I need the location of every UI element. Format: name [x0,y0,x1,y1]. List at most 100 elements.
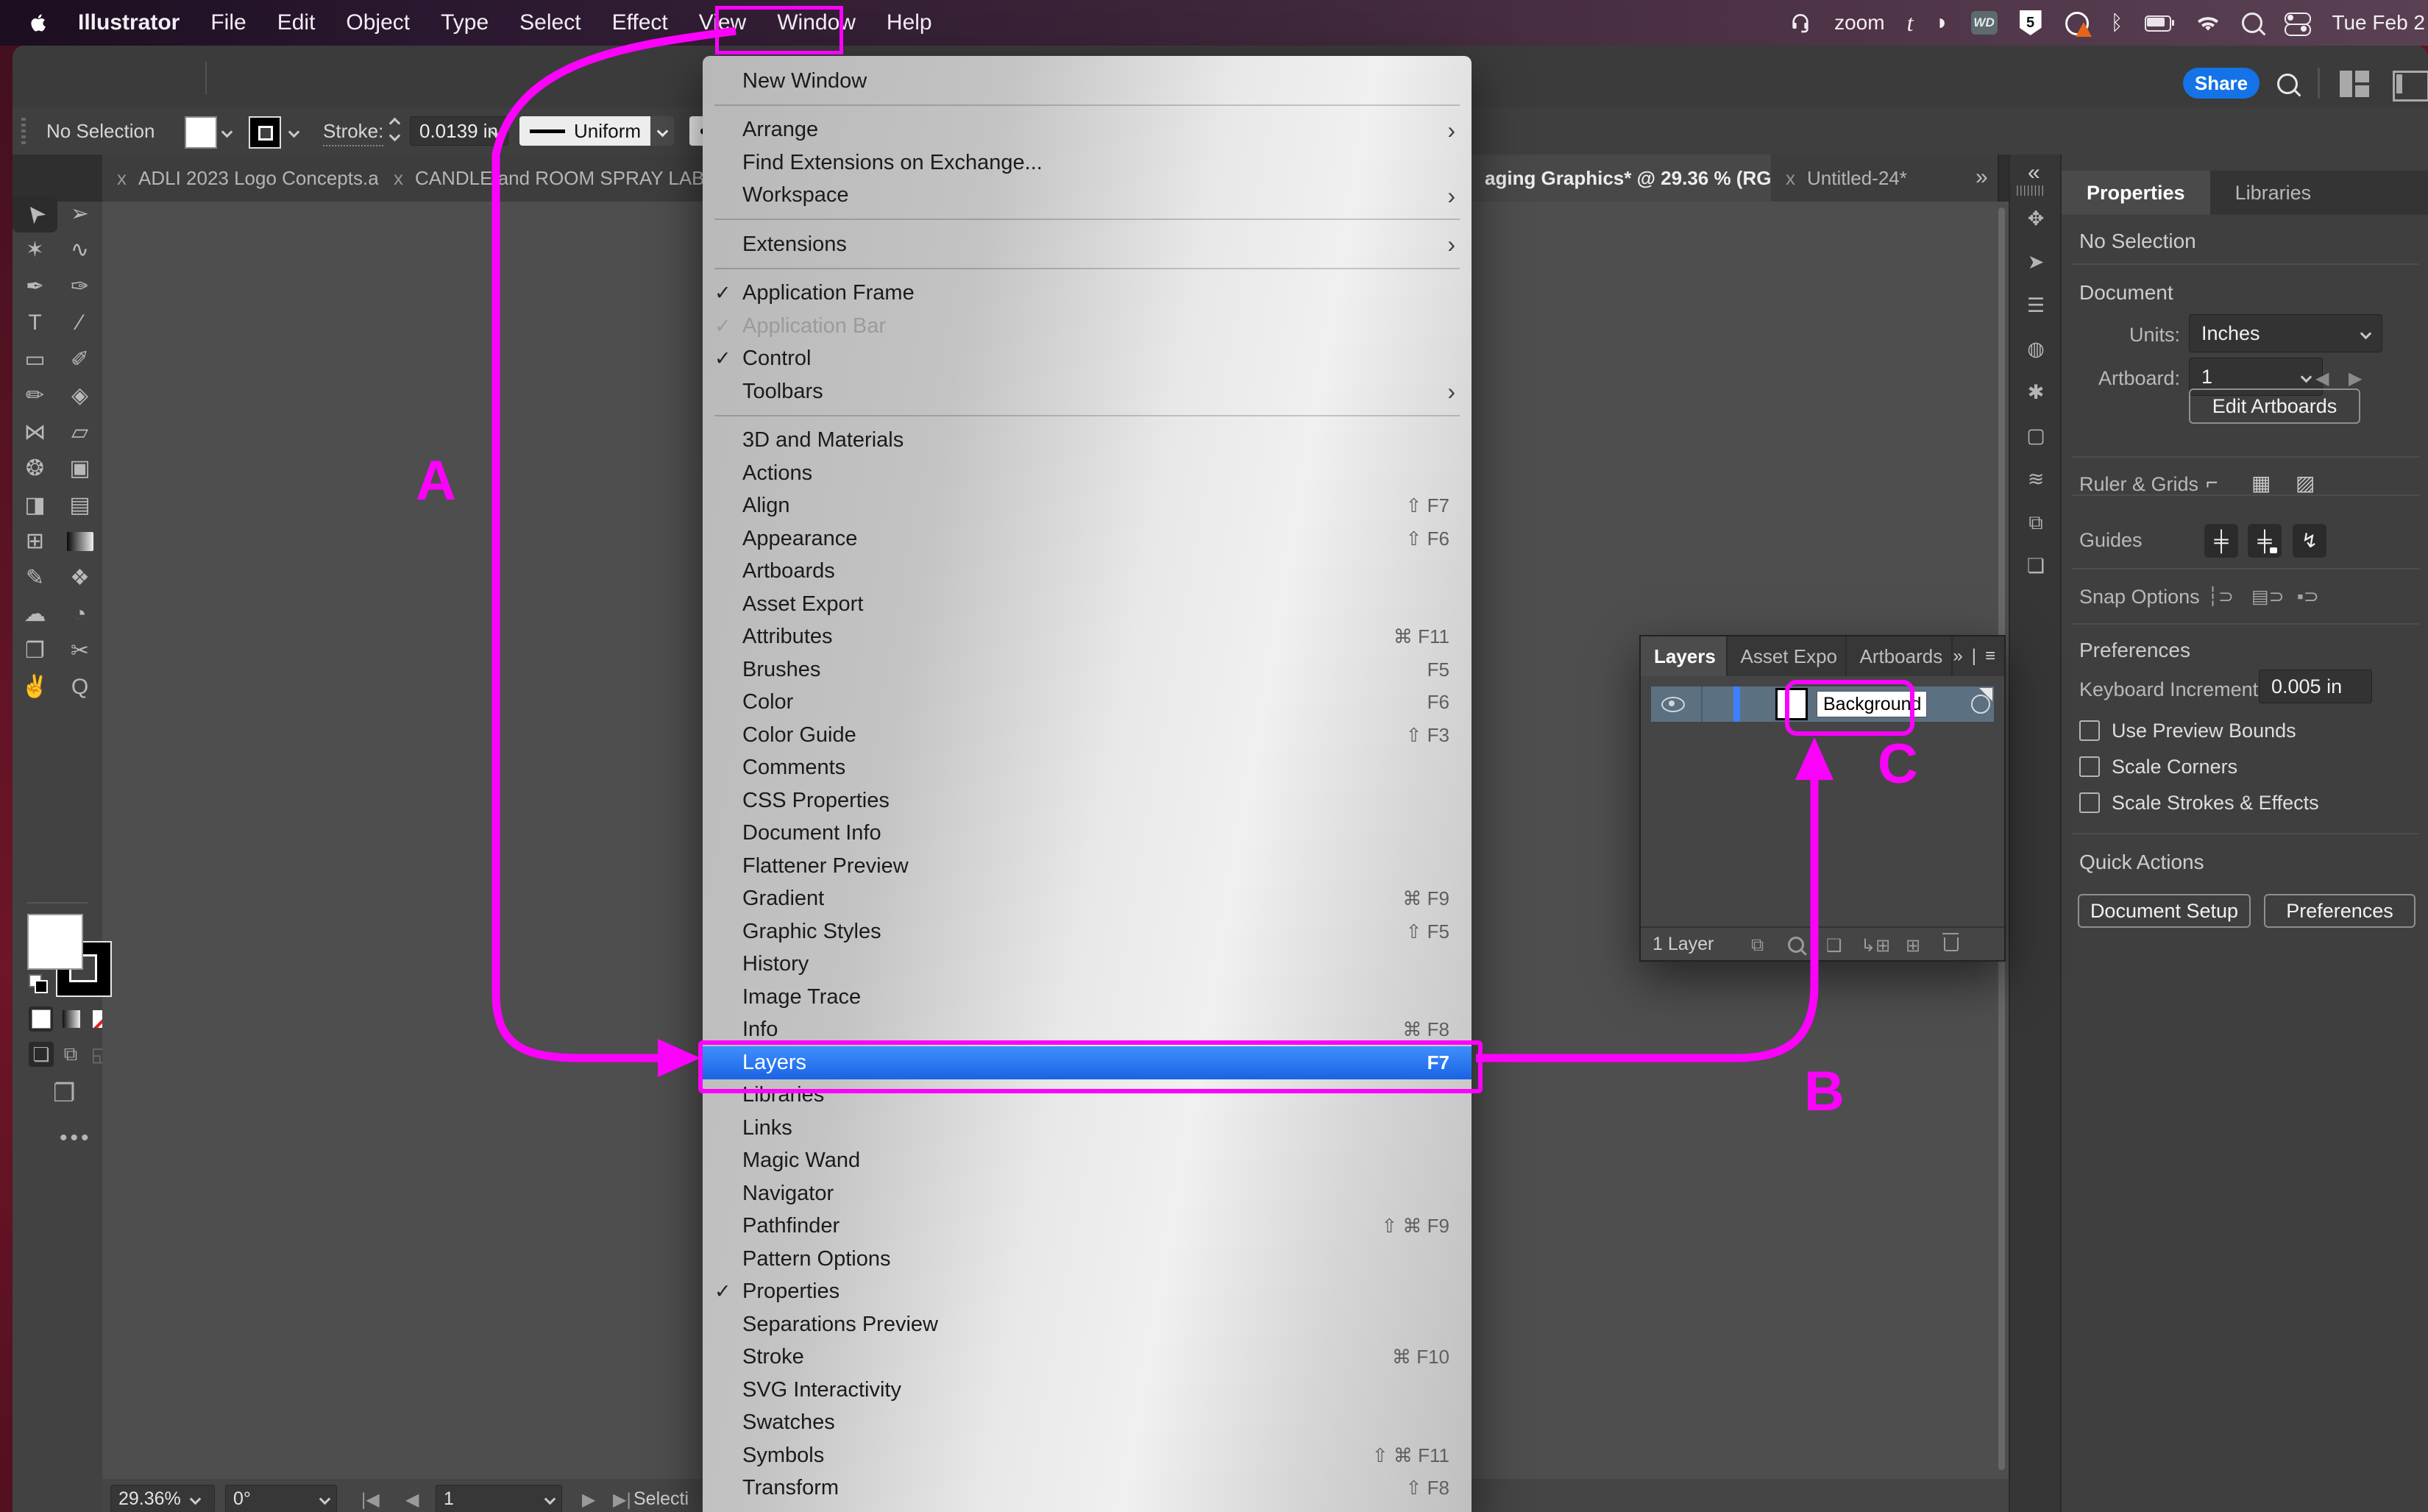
document-setup-button[interactable]: Document Setup [2078,894,2251,928]
menu-item-layers[interactable]: Layers F7 [703,1046,1472,1079]
menu-item-color-guide[interactable]: Color Guide ⇧ F3 [703,719,1472,752]
menu-illustrator[interactable]: Illustrator [78,10,180,35]
fill-swatch[interactable] [27,914,83,970]
stroke-weight-stepper[interactable] [388,117,401,142]
default-fill-stroke-icon[interactable] [29,974,48,993]
fill-dropdown-chevron[interactable] [221,126,233,140]
new-layer-icon[interactable]: ⊞ [1906,935,1920,956]
dock-icon-duplicate[interactable]: ❏ [2010,544,2062,588]
snap-to-point-icon[interactable]: ┆⊃ [2207,586,2234,608]
dock-icon-export[interactable]: ⧉ [2010,501,2062,544]
menu-help[interactable]: Help [887,10,932,35]
layer-row-background[interactable]: Background [1651,686,1994,722]
artboard-tool[interactable]: ❐ [13,633,57,670]
menu-item-graphic-styles[interactable]: Graphic Styles ⇧ F5 [703,915,1472,948]
pen-tool[interactable]: ✒ [13,269,57,305]
menu-item-history[interactable]: History [703,948,1472,982]
zoom-app-label[interactable]: zoom [1834,11,1884,35]
variable-width-profile[interactable]: Uniform [519,116,661,146]
menu-item-artboards[interactable]: Artboards [703,556,1472,589]
stroke-dropdown-chevron[interactable] [288,126,300,140]
menu-item-brushes[interactable]: Brushes F5 [703,653,1472,686]
panel-grip[interactable] [21,118,26,144]
tailscale-icon[interactable]: t [1907,10,1914,37]
spotlight-search-icon[interactable] [2242,13,2263,33]
rotation-dropdown[interactable]: 0° [225,1485,337,1512]
menu-edit[interactable]: Edit [277,10,316,35]
paintbrush-tool[interactable]: ✐ [57,341,102,378]
menu-item-gradient[interactable]: Gradient ⌘ F9 [703,883,1472,916]
ruler-icon[interactable]: ⌐ [2206,471,2218,494]
next-artboard-arrow-icon[interactable]: ▶ [2349,368,2362,389]
keyboard-increment-field[interactable]: 0.005 in [2259,670,2372,703]
profile-chevron[interactable] [650,116,674,146]
magic-wand-tool[interactable]: ✶ [13,233,57,269]
perspective-grid-tool[interactable]: ▤ [57,487,102,524]
make-clipping-mask-icon[interactable]: ❑ [1826,935,1842,956]
use-preview-bounds-checkbox[interactable] [2079,720,2100,741]
smart-guides-button[interactable]: ↯ [2293,524,2326,558]
lock-guides-button[interactable]: ╪ [2248,524,2282,558]
dock-icon-effects[interactable]: ✱ [2010,371,2062,414]
wifi-icon[interactable] [2196,13,2220,32]
zoom-tool[interactable]: Q [57,670,102,706]
tab-layers[interactable]: Layers [1641,636,1728,676]
share-button[interactable]: Share [2183,68,2260,99]
menu-item-pathfinder[interactable]: Pathfinder ⇧ ⌘ F9 [703,1210,1472,1243]
menu-window[interactable]: Window [777,10,856,35]
color-mode-button[interactable] [29,1007,54,1032]
menu-item-attributes[interactable]: Attributes ⌘ F11 [703,621,1472,654]
twirl-tool[interactable]: ❂ [13,451,57,488]
menu-item-symbols[interactable]: Symbols ⇧ ⌘ F11 [703,1439,1472,1472]
fill-color-swatch[interactable] [185,116,217,149]
shield-5-icon[interactable]: 5 [2019,10,2042,35]
stroke-weight-label[interactable]: Stroke: [323,120,384,146]
menu-effect[interactable]: Effect [612,10,668,35]
dock-icon-menu-lines[interactable]: ☰ [2010,284,2062,327]
menu-item-svg-interactivity[interactable]: SVG Interactivity [703,1374,1472,1407]
wd-drive-icon[interactable]: WD [1970,11,1998,35]
blend-tool[interactable]: ❖ [57,560,102,597]
eraser-tool[interactable]: ◈ [57,378,102,415]
menu-item-navigator[interactable]: Navigator [703,1177,1472,1210]
menu-item-separations-preview[interactable]: Separations Preview [703,1308,1472,1341]
dock-icon-cursor[interactable]: ✥ [2010,197,2062,241]
menu-item-asset-export[interactable]: Asset Export [703,588,1472,621]
stroke-color-swatch[interactable] [249,116,281,149]
menu-file[interactable]: File [210,10,246,35]
tab-artboards[interactable]: Artboards [1847,636,1953,676]
eyedropper-tool[interactable]: ✎ [13,560,57,597]
rectangle-tool[interactable]: ▭ [13,341,57,378]
menu-item-workspace[interactable]: Workspace › [703,180,1472,220]
selection-tool[interactable]: ➤ [13,196,57,233]
menu-item-application-bar[interactable]: ✓ Application Bar [703,310,1472,343]
line-segment-tool[interactable]: ∕ [57,305,102,342]
norton-warning-icon[interactable] [2064,10,2092,37]
last-artboard-icon[interactable]: ▶| [613,1489,631,1511]
expand-panels-icon[interactable]: « [2028,160,2040,185]
mesh-tool[interactable]: ⊞ [13,524,57,561]
more-tools-icon[interactable]: ••• [60,1126,92,1151]
column-graph-tool[interactable]: ◔ [57,597,102,633]
scale-corners-checkbox[interactable] [2079,756,2100,777]
close-tab-icon[interactable]: x [1786,167,1795,190]
apple-menu-icon[interactable] [29,13,47,33]
menu-object[interactable]: Object [346,10,410,35]
workspace-switcher-icon[interactable] [2340,71,2369,97]
tab-asset-export[interactable]: Asset Expo [1728,636,1847,676]
menu-item-links[interactable]: Links [703,1112,1472,1145]
control-center-icon[interactable] [2285,12,2312,36]
close-tab-icon[interactable]: x [394,167,403,190]
menu-item-extensions[interactable]: Extensions › [703,228,1472,269]
menu-item-transparency[interactable]: Transparency [703,1505,1472,1512]
menu-select[interactable]: Select [519,10,581,35]
grid-icon[interactable]: ▦ [2251,471,2271,495]
locate-object-icon[interactable] [1788,937,1804,958]
prev-artboard-arrow-icon[interactable]: ◀ [2315,368,2329,389]
shape-builder-tool[interactable]: ◨ [13,487,57,524]
snap-to-pixel-icon[interactable]: ▪⊃ [2297,586,2319,608]
dock-icon-layers[interactable]: ≋ [2010,458,2062,501]
bluetooth-icon[interactable]: ᛒ [2111,11,2123,35]
free-transform-tool[interactable]: ▣ [57,451,102,488]
menu-bar-clock[interactable]: Tue Feb 2 [2332,11,2425,35]
